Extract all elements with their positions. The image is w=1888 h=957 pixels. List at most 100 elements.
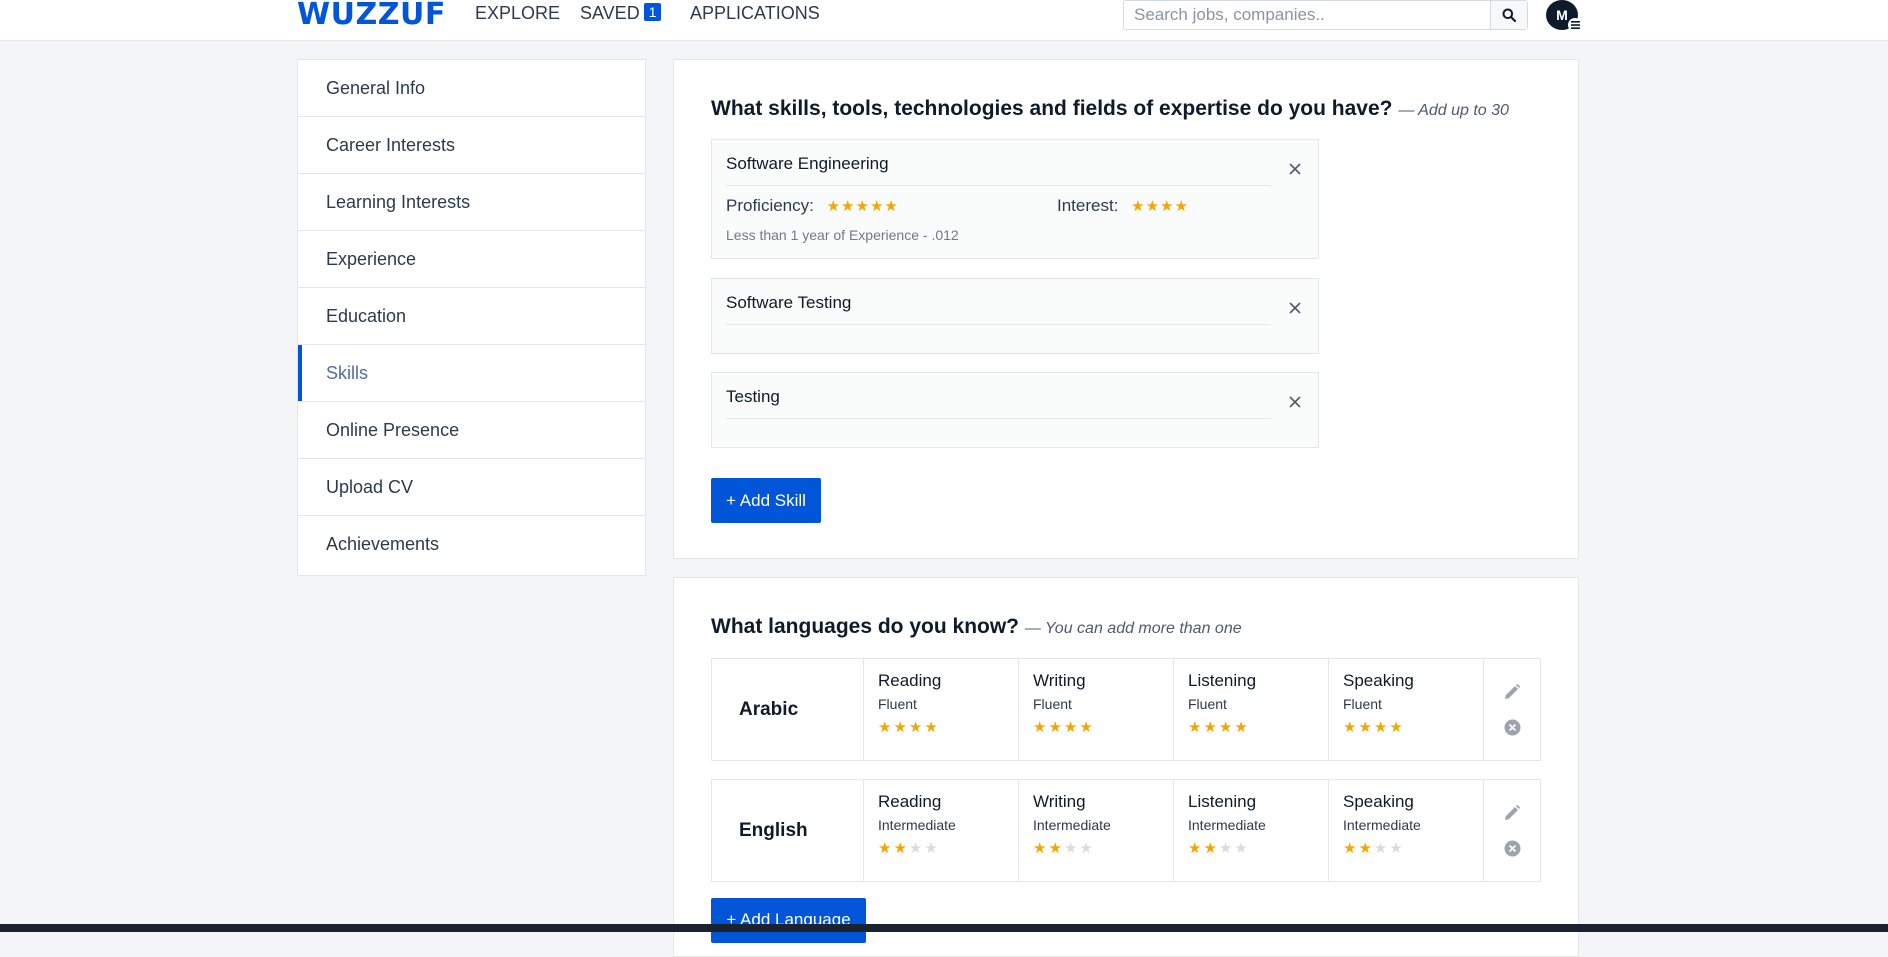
skill-level: Fluent <box>1033 696 1072 712</box>
nav-explore[interactable]: EXPLORE <box>475 3 560 24</box>
interest-stars: ★★★★ <box>1131 198 1189 215</box>
star-filled-icon: ★ <box>924 719 940 736</box>
wuzzuf-logo[interactable]: WUZZUF <box>297 0 446 32</box>
skill-level: Fluent <box>1343 696 1382 712</box>
star-empty-icon: ★ <box>1373 840 1390 857</box>
taskbar-strip <box>0 924 1888 932</box>
skill-label: Reading <box>878 671 942 690</box>
skills-hint: — Add up to 30 <box>1398 102 1509 119</box>
skill-label: Speaking <box>1343 671 1414 690</box>
sidebar-item-experience[interactable]: Experience <box>298 231 645 288</box>
star-filled-icon: ★ <box>1389 719 1405 736</box>
language-name: English <box>712 780 864 881</box>
language-name: Arabic <box>712 659 864 760</box>
star-filled-icon: ★ <box>1048 719 1064 736</box>
search-icon <box>1502 8 1516 22</box>
close-icon[interactable] <box>1288 301 1302 315</box>
star-filled-icon: ★ <box>1188 719 1204 736</box>
languages-card: What languages do you know? — You can ad… <box>673 577 1579 957</box>
language-skill-reading: Reading Intermediate ★★★★ <box>864 780 1019 881</box>
language-skill-listening: Listening Fluent ★★★★ <box>1174 659 1329 760</box>
close-icon[interactable] <box>1288 395 1302 409</box>
skill-stars: ★★★★ <box>1033 839 1173 857</box>
skill-stars: ★★★★ <box>1033 718 1173 736</box>
remove-circle-icon[interactable] <box>1504 840 1521 857</box>
pencil-icon[interactable] <box>1503 804 1521 822</box>
skill-level: Intermediate <box>1188 817 1266 833</box>
nav-saved-label: SAVED <box>580 3 640 23</box>
sidebar-item-learning-interests[interactable]: Learning Interests <box>298 174 645 231</box>
add-skill-button[interactable]: + Add Skill <box>711 478 821 523</box>
sidebar-item-education[interactable]: Education <box>298 288 645 345</box>
skill-experience-note: Less than 1 year of Experience - .012 <box>726 227 959 243</box>
skill-level: Intermediate <box>878 817 956 833</box>
sidebar-item-skills[interactable]: Skills <box>298 345 645 402</box>
language-skill-listening: Listening Intermediate ★★★★ <box>1174 780 1329 881</box>
star-empty-icon: ★ <box>1389 840 1405 857</box>
remove-circle-icon[interactable] <box>1504 719 1521 736</box>
languages-title-text: What languages do you know? <box>711 615 1020 638</box>
search-box <box>1123 0 1528 30</box>
skill-level: Fluent <box>878 696 917 712</box>
user-avatar[interactable]: M <box>1546 0 1582 32</box>
menu-icon <box>1568 18 1582 32</box>
star-filled-icon: ★ <box>1234 719 1250 736</box>
star-filled-icon: ★ <box>1343 719 1359 736</box>
top-header: WUZZUF EXPLORE SAVED1 APPLICATIONS M <box>0 0 1888 41</box>
skill-stars: ★★★★ <box>1188 718 1328 736</box>
skill-level: Fluent <box>1188 696 1227 712</box>
sidebar-item-upload-cv[interactable]: Upload CV <box>298 459 645 516</box>
language-actions <box>1484 659 1540 760</box>
skill-name: Software Testing <box>726 293 1271 325</box>
close-icon[interactable] <box>1288 162 1302 176</box>
star-empty-icon: ★ <box>908 840 925 857</box>
skills-title: What skills, tools, technologies and fie… <box>711 97 1509 121</box>
languages-title: What languages do you know? — You can ad… <box>711 615 1242 639</box>
skill-label: Speaking <box>1343 792 1414 811</box>
skill-stars: ★★★★ <box>1343 839 1483 857</box>
star-filled-icon: ★ <box>1373 719 1390 736</box>
skill-label: Listening <box>1188 792 1257 811</box>
sidebar-item-career-interests[interactable]: Career Interests <box>298 117 645 174</box>
sidebar-item-general-info[interactable]: General Info <box>298 60 645 117</box>
language-skill-writing: Writing Intermediate ★★★★ <box>1019 780 1174 881</box>
skill-level: Intermediate <box>1033 817 1111 833</box>
nav-saved[interactable]: SAVED 1 <box>580 3 662 24</box>
sidebar-item-achievements[interactable]: Achievements <box>298 516 645 573</box>
saved-count-badge: 1 <box>643 3 662 21</box>
pencil-icon[interactable] <box>1503 683 1521 701</box>
star-filled-icon: ★ <box>1048 840 1064 857</box>
profile-sidebar: General Info Career Interests Learning I… <box>297 59 646 576</box>
star-empty-icon: ★ <box>924 840 940 857</box>
language-skill-reading: Reading Fluent ★★★★ <box>864 659 1019 760</box>
skills-title-text: What skills, tools, technologies and fie… <box>711 97 1393 120</box>
star-filled-icon: ★ <box>1033 840 1049 857</box>
language-row-arabic: Arabic Reading Fluent ★★★★ Writing Fluen… <box>711 658 1541 761</box>
add-language-button[interactable]: + Add Language <box>711 898 866 943</box>
star-filled-icon: ★ <box>1079 719 1095 736</box>
skill-name: Software Engineering <box>726 154 1271 186</box>
star-filled-icon: ★ <box>878 719 894 736</box>
star-empty-icon: ★ <box>1079 840 1095 857</box>
skill-stars: ★★★★ <box>878 839 1018 857</box>
language-skill-speaking: Speaking Fluent ★★★★ <box>1329 659 1484 760</box>
star-filled-icon: ★ <box>1218 719 1235 736</box>
skill-item: Testing <box>711 372 1319 448</box>
skill-name: Testing <box>726 387 1271 419</box>
sidebar-item-online-presence[interactable]: Online Presence <box>298 402 645 459</box>
skill-label: Listening <box>1188 671 1257 690</box>
star-filled-icon: ★ <box>878 840 894 857</box>
avatar-initial: M <box>1556 7 1568 23</box>
proficiency-stars: ★★★★★ <box>826 198 899 215</box>
star-filled-icon: ★ <box>1343 840 1359 857</box>
proficiency-rating: Proficiency: ★★★★★ <box>726 196 899 216</box>
skills-card: What skills, tools, technologies and fie… <box>673 59 1579 559</box>
proficiency-label: Proficiency: <box>726 196 814 215</box>
language-row-english: English Reading Intermediate ★★★★ Writin… <box>711 779 1541 882</box>
search-input[interactable] <box>1124 1 1492 29</box>
nav-applications[interactable]: APPLICATIONS <box>690 3 820 24</box>
skill-stars: ★★★★ <box>1188 839 1328 857</box>
star-empty-icon: ★ <box>1234 840 1250 857</box>
star-empty-icon: ★ <box>1218 840 1235 857</box>
search-button[interactable] <box>1490 1 1527 29</box>
